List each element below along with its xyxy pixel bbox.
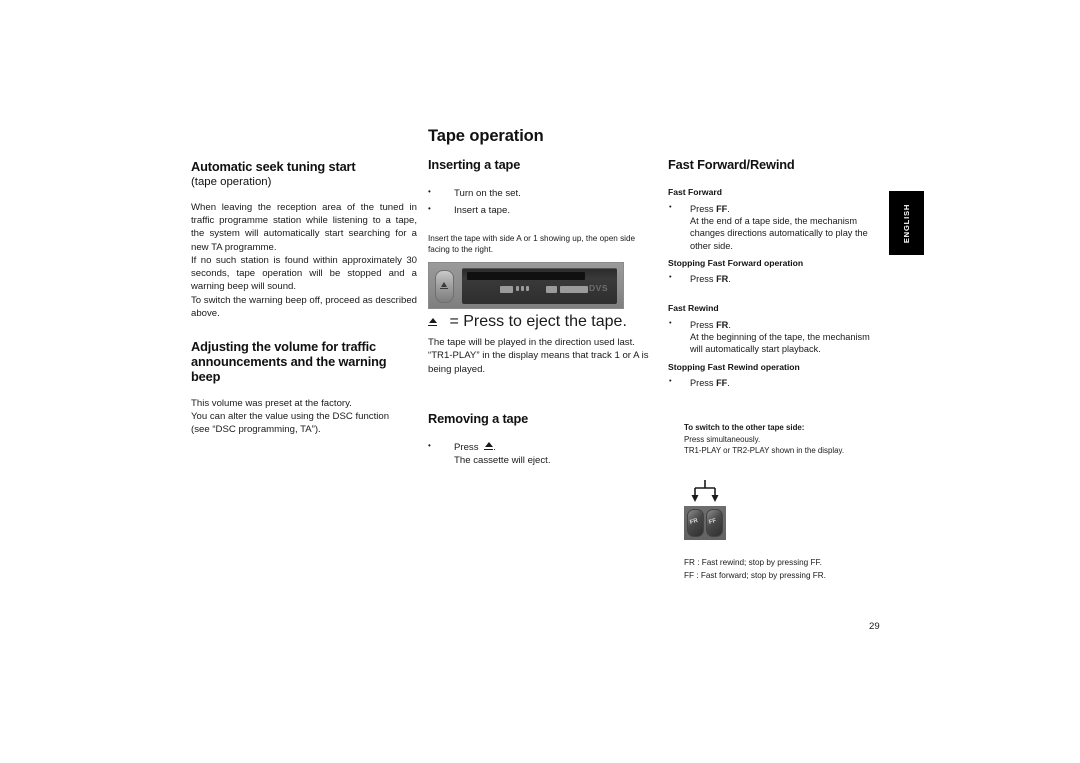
deck-display-mark [546, 286, 557, 293]
deck-slot [467, 272, 585, 280]
legend-line-ff: FF : Fast forward; stop by pressing FR. [684, 570, 826, 580]
left-section-adjusting-volume: Adjusting the volume for traffic announc… [191, 339, 417, 437]
middle-playback-notes: The tape will be played in the direction… [428, 336, 650, 376]
heading-removing-a-tape: Removing a tape [428, 411, 529, 426]
fr-button-label: FR [689, 518, 699, 526]
heading-inserting-a-tape: Inserting a tape [428, 157, 521, 172]
eject-caption-text: = Press to eject the tape. [449, 313, 627, 330]
subheading-fast-rewind: Fast Rewind [668, 303, 719, 314]
paragraph-volume-2: You can alter the value using the DSC fu… [191, 411, 390, 423]
ff-button-label: FF [708, 518, 718, 526]
page-number: 29 [869, 621, 880, 632]
press-suffix: . [728, 273, 731, 284]
press-suffix: . [728, 319, 731, 330]
heading-adjusting-volume: Adjusting the volume for traffic announc… [191, 339, 387, 384]
press-suffix: . [493, 441, 496, 453]
switch-note-line2: TR1-PLAY or TR2-PLAY shown in the displa… [684, 445, 845, 455]
right-section-fast-forward-rewind: Fast Forward/Rewind Fast Forward Press F… [668, 157, 880, 389]
heading-switch-other-tape-side: To switch to the other tape side: [684, 423, 805, 432]
middle-section-inserting-tape: Inserting a tape Turn on the set. Insert… [428, 157, 650, 256]
press-label: Press [690, 377, 714, 388]
key-label-fr: FR [716, 273, 729, 284]
list-item: Press FR. [668, 272, 880, 285]
heading-fast-forward-rewind: Fast Forward/Rewind [668, 157, 795, 172]
switch-note-line1: Press simultaneously. [684, 434, 761, 444]
list-item: Turn on the set. [428, 186, 650, 200]
cassette-deck-illustration: DVS [428, 262, 624, 309]
switch-tape-side-note: To switch to the other tape side: Press … [684, 423, 874, 456]
paragraph-volume-3: (see “DSC programming, TA”). [191, 424, 321, 436]
subtitle-tape-operation: (tape operation) [191, 175, 272, 188]
subheading-fast-forward: Fast Forward [668, 186, 722, 197]
paragraph-seek-1: When leaving the reception area of the t… [191, 201, 417, 253]
press-label: Press [690, 273, 714, 284]
deck-display-mark [521, 286, 524, 291]
ff-button: FF [706, 509, 723, 537]
press-suffix: . [727, 203, 730, 214]
eject-icon [484, 441, 494, 451]
key-label-fr: FR [716, 319, 729, 330]
subheading-stopping-fast-rewind: Stopping Fast Rewind operation [668, 361, 800, 372]
paragraph-direction-used-last: The tape will be played in the direction… [428, 337, 635, 348]
list-item: Press FR. At the beginning of the tape, … [668, 318, 880, 356]
language-tab-english: ENGLISH [889, 191, 924, 255]
deck-display-mark [560, 286, 588, 293]
subheading-stopping-fast-forward: Stopping Fast Forward operation [668, 258, 804, 269]
deck-display-mark [516, 286, 519, 291]
deck-eject-button [435, 270, 454, 303]
buttons-photo: FR FF [684, 506, 726, 540]
language-tab-label: ENGLISH [902, 203, 912, 243]
deck-brand-logo: DVS [589, 283, 608, 293]
simultaneous-press-arrows-icon [691, 480, 719, 502]
press-label: Press [454, 441, 479, 453]
eject-icon [440, 282, 448, 290]
list-item: Press . The cassette will eject. [428, 440, 650, 467]
eject-caption-row: = Press to eject the tape. [428, 313, 650, 331]
left-section-automatic-seek: Automatic seek tuning start (tape operat… [191, 159, 417, 320]
deck-display-mark [500, 286, 513, 293]
legend-line-fr: FR : Fast rewind; stop by pressing FF. [684, 558, 822, 567]
press-suffix: . [727, 377, 730, 388]
key-label-ff: FF [716, 377, 728, 388]
paragraph-seek-2: If no such station is found within appro… [191, 254, 417, 293]
paragraph-seek-3: To switch the warning beep off, proceed … [191, 294, 417, 319]
deck-face: DVS [462, 268, 617, 304]
cassette-eject-note: The cassette will eject. [454, 455, 551, 467]
manual-page: Tape operation Automatic seek tuning sta… [0, 0, 1080, 763]
key-label-ff: FF [716, 203, 728, 214]
button-legend: FR : Fast rewind; stop by pressing FF. F… [684, 558, 884, 582]
page-title: Tape operation [428, 127, 544, 145]
paragraph-volume-1: This volume was preset at the factory. [191, 397, 352, 409]
press-label: Press [690, 319, 714, 330]
middle-section-removing-tape: Removing a tape Press . The cassette wil… [428, 411, 650, 467]
list-item: Insert a tape. [428, 203, 650, 217]
press-label: Press [690, 203, 714, 214]
list-item: Press FF. [668, 376, 880, 389]
deck-display-mark [526, 286, 529, 291]
detail-fast-rewind: At the beginning of the tape, the mechan… [690, 332, 870, 355]
detail-fast-forward: At the end of a tape side, the mechanism… [690, 216, 868, 251]
list-item: Press FF. At the end of a tape side, the… [668, 202, 880, 252]
paragraph-tr1-play: “TR1-PLAY” in the display means that tra… [428, 350, 649, 375]
heading-automatic-seek-tuning-start: Automatic seek tuning start [191, 159, 356, 174]
note-insert-tape-orientation: Insert the tape with side A or 1 showing… [428, 234, 636, 255]
fr-button: FR [687, 509, 704, 537]
eject-icon [428, 318, 437, 327]
